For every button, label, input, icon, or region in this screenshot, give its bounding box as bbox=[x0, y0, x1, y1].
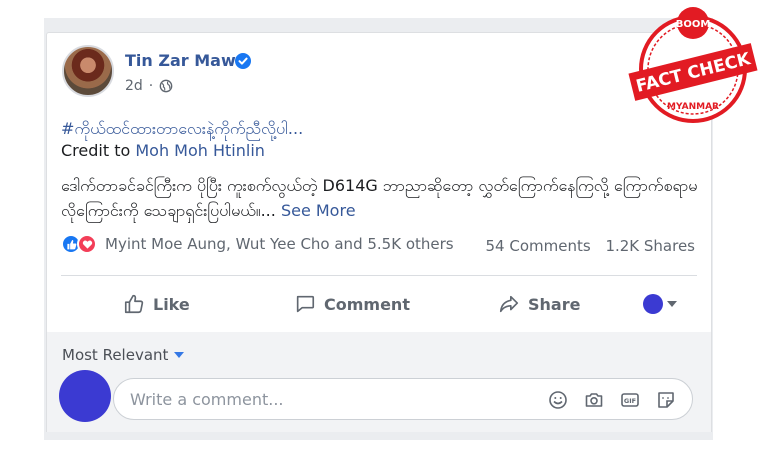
see-more-link[interactable]: See More bbox=[281, 201, 356, 220]
react-as-selector[interactable] bbox=[643, 294, 677, 314]
share-icon bbox=[499, 295, 519, 313]
commenter-avatar bbox=[59, 370, 111, 422]
comment-sort-dropdown[interactable]: Most Relevant bbox=[62, 346, 185, 364]
author-name[interactable]: Tin Zar Maw bbox=[125, 51, 236, 70]
comment-sort-label: Most Relevant bbox=[62, 346, 169, 364]
emoji-icon[interactable] bbox=[548, 390, 568, 410]
dot-separator: · bbox=[148, 78, 154, 94]
comment-box[interactable]: GIF bbox=[113, 378, 693, 420]
author-avatar[interactable] bbox=[62, 45, 114, 97]
stamp-boom-text: BOOM bbox=[676, 19, 711, 30]
outer-frame-left bbox=[0, 0, 44, 462]
sticker-icon[interactable] bbox=[656, 390, 676, 410]
shares-count[interactable]: 1.2K Shares bbox=[605, 237, 695, 255]
reaction-summary[interactable]: Myint Moe Aung, Wut Yee Cho and 5.5K oth… bbox=[61, 234, 454, 254]
share-label: Share bbox=[528, 294, 581, 314]
post-body: ဒေါက်တာခင်ခင်ကြီးက ပိုပြီး ကူးစက်လွယ်တဲ့… bbox=[61, 173, 701, 223]
post-card: Tin Zar Maw 2d · #ကိုယ်ထင်ထားတာလေးနဲ့ကို… bbox=[46, 32, 712, 334]
gif-icon[interactable]: GIF bbox=[620, 390, 640, 410]
like-label: Like bbox=[153, 294, 190, 314]
comment-label: Comment bbox=[324, 294, 410, 314]
credit-line: Credit to Moh Moh Htinlin bbox=[61, 141, 265, 160]
reaction-names[interactable]: Myint Moe Aung, Wut Yee Cho and 5.5K oth… bbox=[105, 235, 454, 253]
stamp-bottom-text: MYANMAR bbox=[667, 102, 719, 112]
globe-icon[interactable] bbox=[159, 79, 173, 93]
comment-button[interactable]: Comment bbox=[294, 293, 410, 315]
comment-icon bbox=[296, 295, 315, 313]
camera-icon[interactable] bbox=[584, 390, 604, 410]
love-reaction-icon bbox=[77, 234, 97, 254]
action-bar: Like Comment Share bbox=[61, 287, 697, 321]
comments-count[interactable]: 54 Comments bbox=[485, 237, 590, 255]
comment-input[interactable] bbox=[128, 389, 532, 410]
divider bbox=[61, 275, 697, 276]
like-icon bbox=[124, 294, 144, 314]
engagement-counts: 54 Comments 1.2K Shares bbox=[475, 237, 695, 255]
like-button[interactable]: Like bbox=[123, 293, 190, 315]
outer-frame-bottom bbox=[0, 440, 770, 462]
credit-prefix: Credit to bbox=[61, 141, 131, 160]
credit-link[interactable]: Moh Moh Htinlin bbox=[135, 141, 265, 160]
caret-down-icon bbox=[174, 352, 185, 358]
post-hashtag[interactable]: #ကိုယ်ထင်ထားတာလေးနဲ့ကိုက်ညီလို့ပါ... bbox=[61, 118, 303, 142]
verified-icon bbox=[235, 53, 251, 69]
chevron-down-icon bbox=[667, 301, 677, 307]
page-avatar bbox=[643, 294, 663, 314]
post-meta: 2d · bbox=[125, 78, 173, 94]
post-time[interactable]: 2d bbox=[125, 78, 143, 94]
share-button[interactable]: Share bbox=[498, 293, 580, 315]
comments-section: Most Relevant GIF bbox=[46, 332, 712, 432]
post-body-text: ဒေါက်တာခင်ခင်ကြီးက ပိုပြီး ကူးစက်လွယ်တဲ့… bbox=[61, 176, 698, 220]
fact-check-stamp: BOOM FACT CHECK MYANMAR bbox=[628, 7, 758, 123]
svg-text:GIF: GIF bbox=[624, 397, 636, 405]
